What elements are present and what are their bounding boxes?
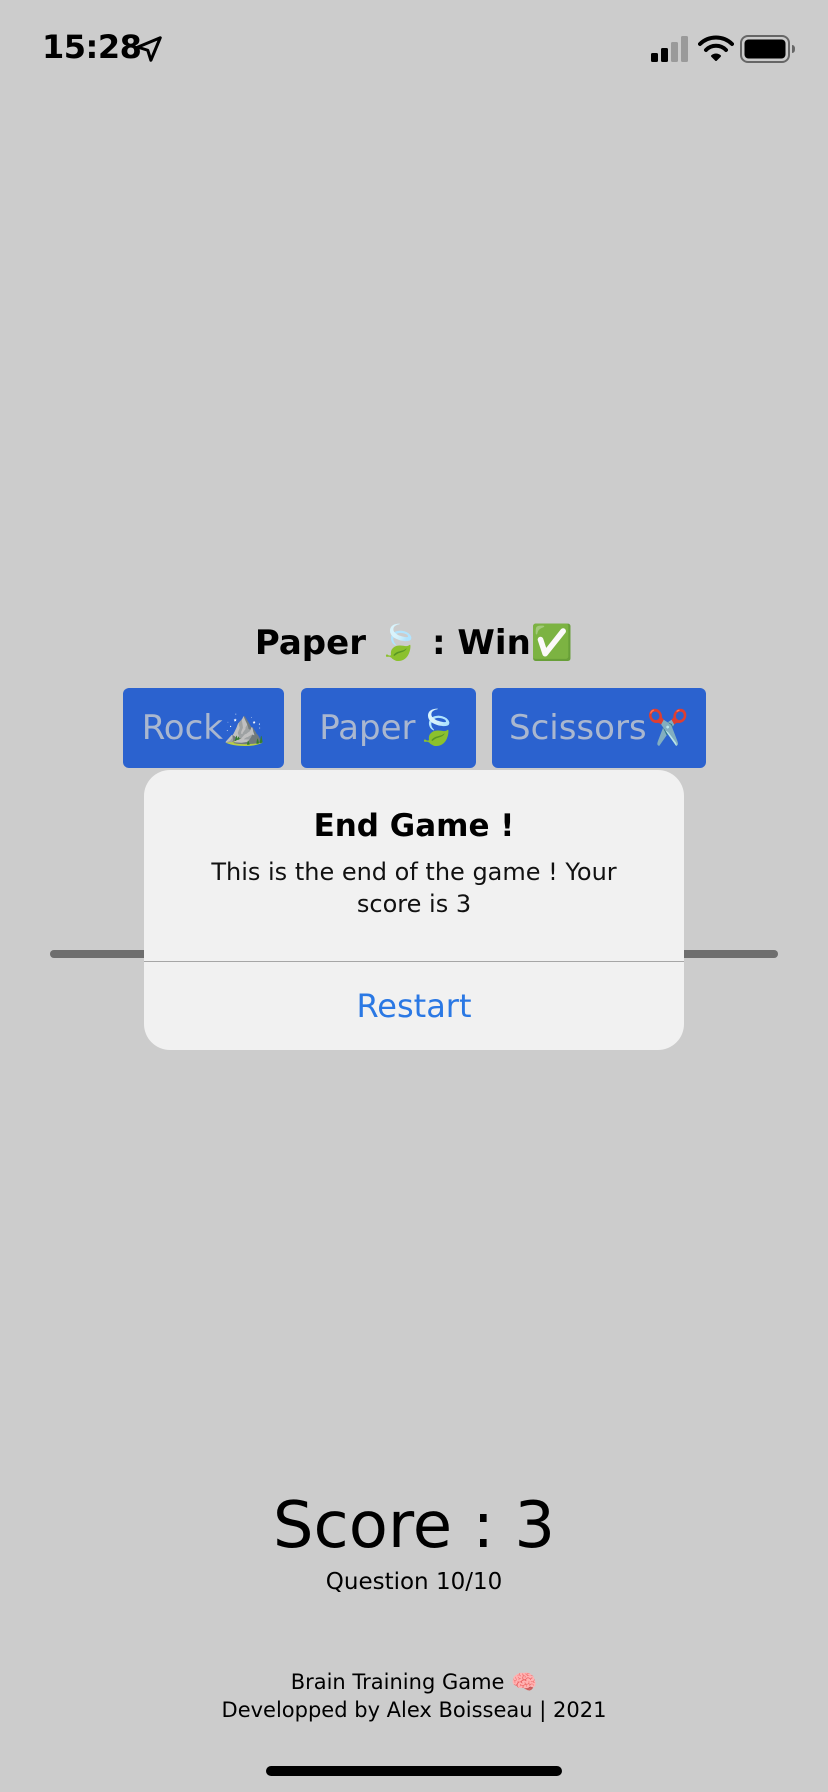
status-time: 15:28 bbox=[42, 28, 142, 66]
paper-button[interactable]: Paper🍃 bbox=[301, 688, 476, 768]
home-indicator[interactable] bbox=[266, 1766, 562, 1776]
status-bar: 15:28 bbox=[0, 0, 828, 100]
result-text: Paper 🍃 : Win✅ bbox=[254, 623, 574, 663]
alert-title: End Game ! bbox=[313, 808, 515, 844]
rock-button[interactable]: Rock⛰️ bbox=[123, 688, 284, 768]
end-game-alert: End Game ! This is the end of the game !… bbox=[144, 770, 684, 1050]
battery-icon bbox=[740, 35, 795, 63]
score-label: Score : 3 bbox=[272, 1489, 556, 1563]
cellular-signal-icon bbox=[651, 36, 688, 62]
restart-button[interactable]: Restart bbox=[144, 962, 684, 1050]
question-counter: Question 10/10 bbox=[325, 1569, 503, 1595]
location-arrow-icon bbox=[136, 36, 162, 62]
wifi-icon bbox=[698, 35, 734, 61]
alert-message: This is the end of the game ! Your score… bbox=[211, 858, 617, 918]
footer-title: Brain Training Game 🧠 bbox=[290, 1670, 538, 1694]
scissors-button[interactable]: Scissors✂️ bbox=[492, 688, 706, 768]
footer-credit: Developped by Alex Boisseau | 2021 bbox=[221, 1698, 607, 1722]
